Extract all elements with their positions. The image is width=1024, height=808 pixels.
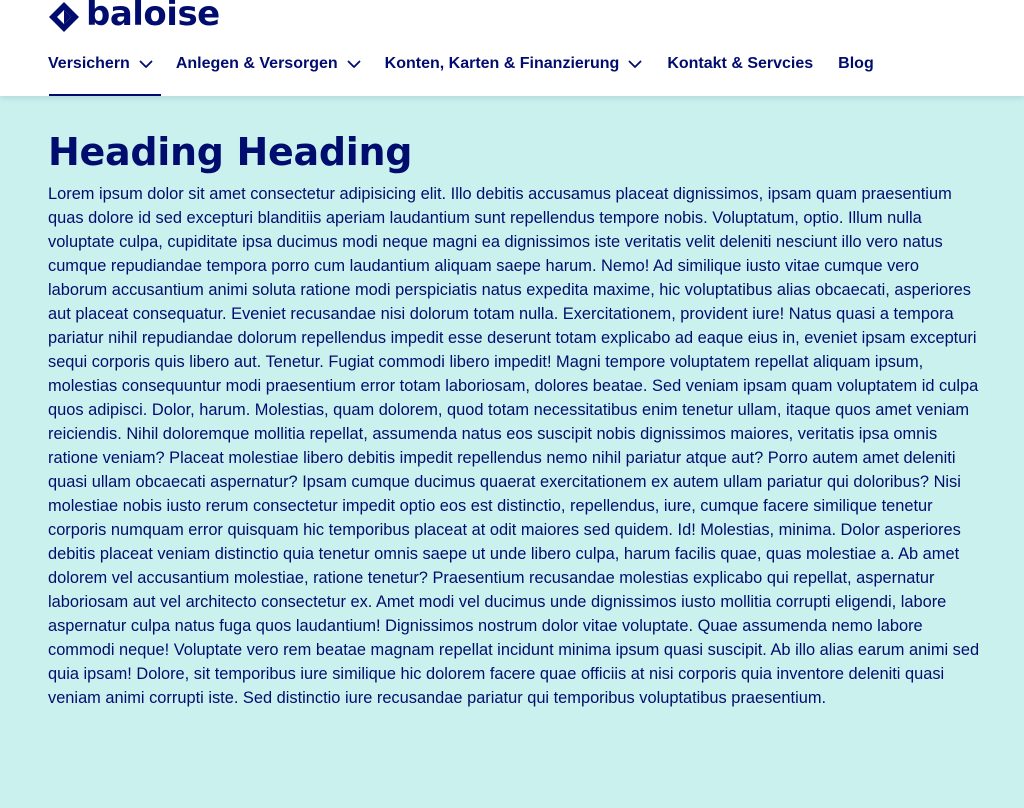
nav-item-versichern[interactable]: Versichern xyxy=(48,50,161,96)
nav-item-label: Versichern xyxy=(48,55,130,72)
nav-item-label: Anlegen & Versorgen xyxy=(175,55,338,72)
brand-name: baloise xyxy=(86,0,220,34)
nav-item-label: Konten, Karten & Finanzierung xyxy=(384,55,620,72)
chevron-down-icon xyxy=(347,59,361,69)
brand-logo[interactable]: baloise xyxy=(48,0,220,34)
main-navigation: Versichern Anlegen & Versorgen Konten, K… xyxy=(48,50,874,96)
nav-item-konten-karten-finanzierung[interactable]: Konten, Karten & Finanzierung xyxy=(385,50,643,78)
nav-item-anlegen-versorgen[interactable]: Anlegen & Versorgen xyxy=(176,50,361,78)
nav-item-kontakt-services[interactable]: Kontakt & Servcies xyxy=(667,50,813,78)
chevron-down-icon xyxy=(139,59,153,69)
nav-item-blog[interactable]: Blog xyxy=(838,50,874,78)
body-paragraph: Lorem ipsum dolor sit amet consectetur a… xyxy=(48,185,980,707)
site-header: baloise Versichern Anlegen & Versorgen K… xyxy=(0,0,1024,96)
page-heading: Heading Heading xyxy=(48,130,413,174)
nav-item-label: Blog xyxy=(838,55,874,72)
diamond-logo-icon xyxy=(48,1,80,33)
main-content: Heading Heading Lorem ipsum dolor sit am… xyxy=(48,128,980,710)
chevron-down-icon xyxy=(628,59,642,69)
nav-item-label: Kontakt & Servcies xyxy=(667,55,814,72)
